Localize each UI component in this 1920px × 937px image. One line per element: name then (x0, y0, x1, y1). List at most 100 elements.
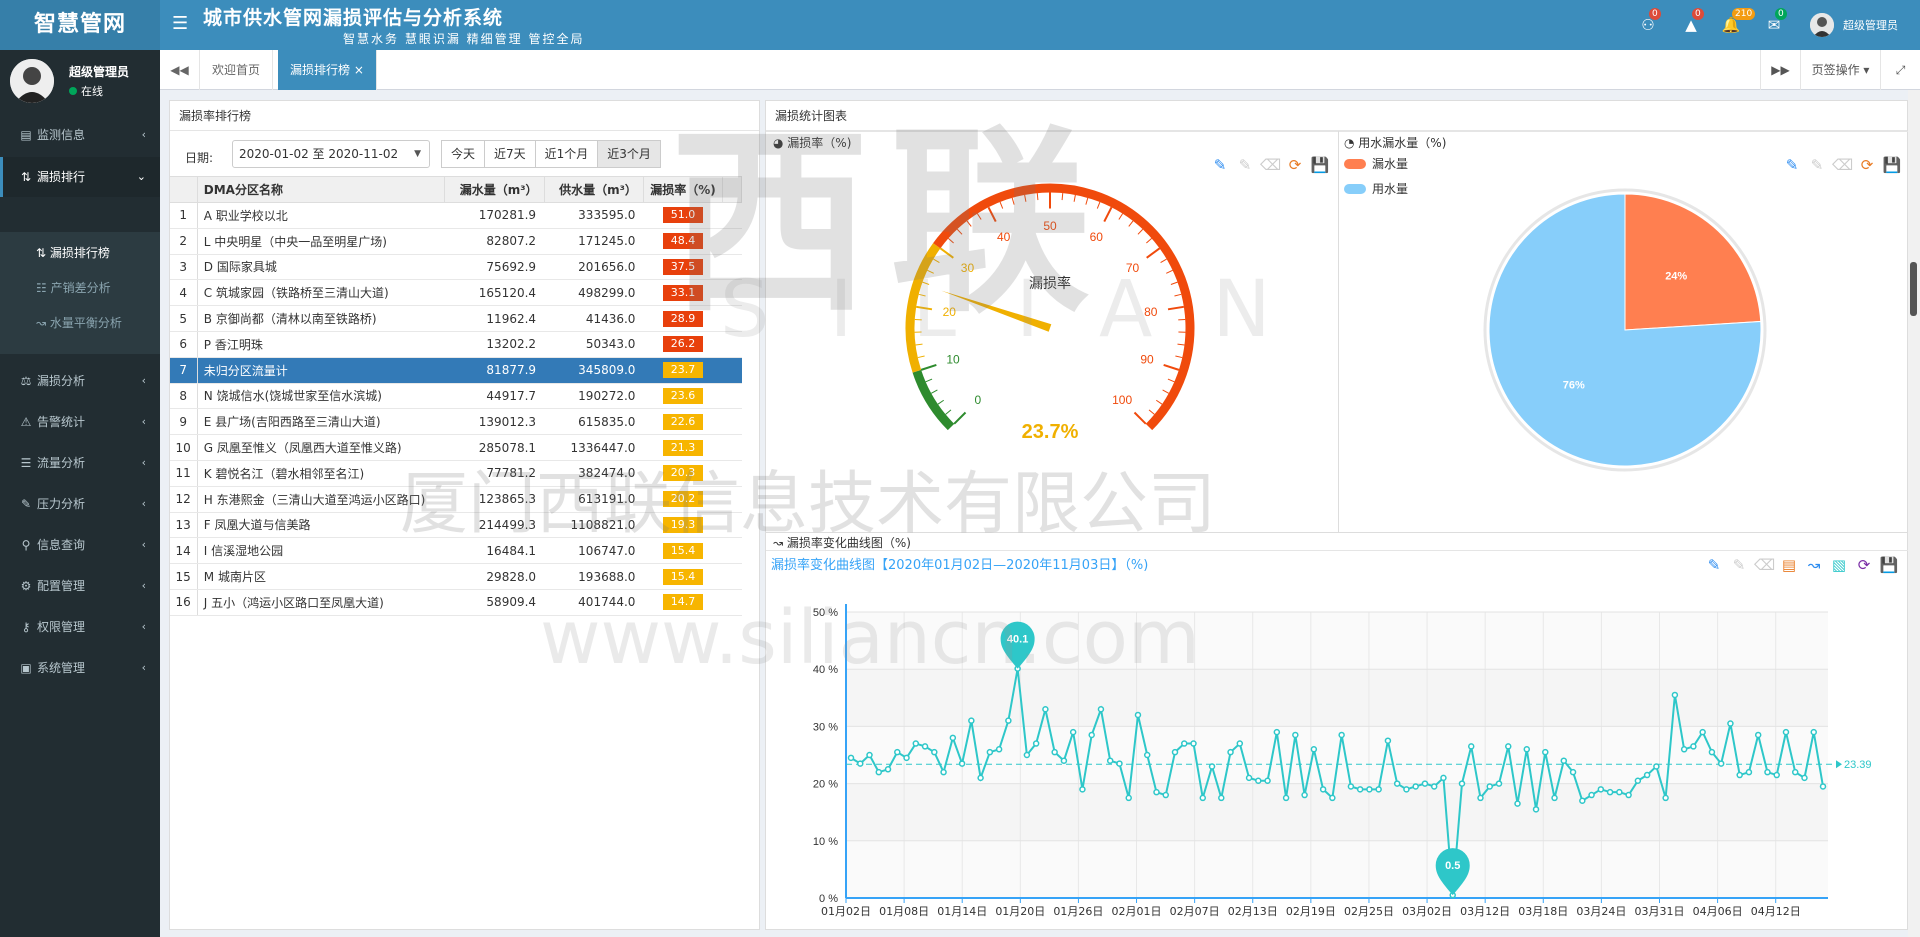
sidebar-item-label: 监测信息 (37, 128, 86, 142)
warning-icon[interactable]: ▲ 0 (1680, 8, 1704, 36)
table-row[interactable]: 3D 国际家具城 75692.9 201656.0 37.5 (169, 254, 742, 281)
line-switch-icon[interactable]: ↝ (1804, 555, 1824, 575)
tab-ops-dropdown[interactable]: 页签操作 ▾ (1800, 50, 1880, 90)
mark-icon[interactable]: ✎ (1704, 555, 1724, 575)
gauge-minor-tick (1085, 197, 1089, 205)
pie-legend-use[interactable]: 用水量 (1344, 180, 1408, 197)
mark-undo-icon[interactable]: ✎ (1729, 555, 1749, 575)
table-row[interactable]: 11 K 碧悦名江（碧水相邻至名江) 77781.2 382474.0 20.3 (169, 460, 742, 487)
tab-scroll-left-icon[interactable]: ◀◀ (160, 50, 200, 90)
row-index: 8 (169, 383, 198, 410)
mark-clear-icon[interactable]: ⌫ (1260, 155, 1281, 175)
range-7days-button[interactable]: 近7天 (484, 140, 536, 168)
dma-name-header[interactable]: DMA分区名称 (196, 176, 446, 203)
user-avatar-top[interactable] (1810, 13, 1834, 37)
sidebar-sub-leak-ranking[interactable]: ⇅ 漏损排行榜 (0, 236, 160, 271)
save-image-icon[interactable]: 💾 (1879, 555, 1899, 575)
table-row[interactable]: 1A 职业学校以北 170281.9 333595.0 51.0 (169, 202, 742, 229)
pie-legend-leak[interactable]: 漏水量 (1344, 155, 1408, 172)
supply-volume-header[interactable]: 供水量（m³） (543, 176, 644, 203)
data-point (1514, 800, 1521, 807)
table-row[interactable]: 2L 中央明星（中央一品至明星广场) 82807.2 171245.0 48.4 (169, 228, 742, 255)
page-scrollbar[interactable] (1908, 90, 1920, 937)
tab-leak-ranking[interactable]: 漏损排行榜 × (278, 50, 377, 90)
gauge-major-tick (916, 305, 933, 311)
mail-icon[interactable]: ✉ 0 (1763, 8, 1787, 36)
bar-switch-icon[interactable]: ▧ (1829, 555, 1849, 575)
gauge-minor-tick (1175, 355, 1183, 359)
table-row[interactable]: 8N 饶城信水(饶城世家至信水滨城) 44917.7 190272.0 23.6 (169, 383, 742, 410)
range-1month-button[interactable]: 近1个月 (534, 140, 599, 168)
refresh-icon[interactable]: ⟳ (1285, 155, 1305, 175)
leak-volume-cell: 81877.9 (444, 357, 545, 384)
refresh-icon[interactable]: ⟳ (1854, 555, 1874, 575)
fullscreen-icon[interactable]: ⤢ (1880, 50, 1920, 90)
sidebar-toggle-icon[interactable]: ☰ (172, 13, 188, 35)
table-row[interactable]: 16 J 五小（鸿运小区路口至凤凰大道) 58909.4 401744.0 14.7 (169, 589, 742, 616)
leak-volume-header[interactable]: 漏水量（m³） (444, 176, 545, 203)
data-point (903, 754, 910, 762)
refresh-icon[interactable]: ⟳ (1857, 155, 1877, 175)
mark-clear-icon[interactable]: ⌫ (1832, 155, 1853, 175)
sidebar-item-leak-analysis[interactable]: ⚖ 漏损分析 ‹ (0, 361, 160, 401)
user-name-top[interactable]: 超级管理员 (1843, 17, 1898, 33)
supply-volume-cell: 345809.0 (544, 357, 644, 384)
date-range-picker[interactable]: 2020-01-02 至 2020-11-02 ▼ (232, 140, 430, 168)
table-row[interactable]: 6P 香江明珠 13202.2 50343.0 26.2 (169, 331, 742, 358)
table-row[interactable]: 14 I 信溪湿地公园 16484.1 106747.0 15.4 (169, 537, 742, 565)
tab-home[interactable]: 欢迎首页 (200, 50, 274, 90)
table-row[interactable]: 7 未归分区流量计 81877.9 345809.0 23.7 (169, 357, 742, 384)
pie-slice-label: 24% (1665, 270, 1687, 282)
gauge-minor-tick (1118, 213, 1124, 220)
x-tick-label: 02月19日 (1286, 905, 1336, 918)
row-index: 6 (169, 331, 198, 358)
pie-legend-use-label: 用水量 (1372, 182, 1409, 196)
gauge-minor-tick (918, 293, 926, 297)
mark-icon[interactable]: ✎ (1782, 155, 1802, 175)
sidebar-item-system[interactable]: ▣ 系统管理 ‹ (0, 648, 160, 688)
range-today-button[interactable]: 今天 (441, 140, 486, 168)
save-image-icon[interactable]: 💾 (1310, 155, 1330, 175)
app-logo[interactable]: 智慧管网 (0, 0, 160, 50)
sidebar-sub-nrw-analysis[interactable]: ☷ 产销差分析 (0, 271, 160, 306)
data-point (1310, 746, 1318, 753)
dma-name-cell: A 职业学校以北 (197, 202, 445, 229)
mark-clear-icon[interactable]: ⌫ (1754, 555, 1775, 575)
table-row[interactable]: 13 F 凤凰大道与信美路 214499.3 1108821.0 19.3 (169, 512, 742, 539)
supply-volume-cell: 1108821.0 (544, 512, 644, 539)
sidebar-item-monitoring[interactable]: ▤ 监测信息 ‹ (0, 115, 160, 155)
sidebar-item-alarm-stats[interactable]: ⚠ 告警统计 ‹ (0, 402, 160, 442)
sidebar-item-config[interactable]: ⚙ 配置管理 ‹ (0, 566, 160, 606)
table-row[interactable]: 10 G 凤凰至惟义（凤凰西大道至惟义路) 285078.1 1336447.0 21.… (169, 434, 742, 461)
mark-undo-icon[interactable]: ✎ (1807, 155, 1827, 175)
range-3months-button[interactable]: 近3个月 (597, 140, 661, 168)
rank-table-header: DMA分区名称 漏水量（m³） 供水量（m³） 漏损率（%) (169, 176, 742, 203)
save-image-icon[interactable]: 💾 (1882, 155, 1902, 175)
leak-volume-cell: 82807.2 (444, 228, 545, 255)
sidebar-item-leak-rank[interactable]: ⇅ 漏损排行 ⌄ (0, 157, 160, 197)
mark-icon[interactable]: ✎ (1210, 155, 1230, 175)
page-scrollbar-thumb[interactable] (1910, 262, 1917, 316)
sidebar-item-info-query[interactable]: ⚲ 信息查询 ‹ (0, 525, 160, 565)
table-row[interactable]: 12 H 东港熙金（三清山大道至鸿运小区路口) 123865.3 613191.0 20… (169, 486, 742, 513)
table-row[interactable]: 5B 京御尚都（清林以南至铁路桥) 11962.4 41436.0 28.9 (169, 305, 742, 332)
sidebar-sub-water-balance[interactable]: ↝ 水量平衡分析 (0, 306, 160, 341)
sidebar-item-permissions[interactable]: ⚷ 权限管理 ‹ (0, 607, 160, 647)
data-view-icon[interactable]: ▤ (1779, 555, 1799, 575)
sidebar-item-pressure-analysis[interactable]: ✎ 压力分析 ‹ (0, 484, 160, 524)
x-tick-label: 01月20日 (995, 905, 1045, 918)
leak-rate-badge: 21.3 (663, 439, 704, 456)
mark-undo-icon[interactable]: ✎ (1235, 155, 1255, 175)
tab-close-icon[interactable]: × (354, 63, 364, 77)
system-title: 城市供水管网漏损评估与分析系统 (203, 7, 504, 29)
sidebar-item-flow-analysis[interactable]: ☰ 流量分析 ‹ (0, 443, 160, 483)
line-section-title: ↝ 漏损率变化曲线图（%) (773, 534, 911, 551)
bell-icon[interactable]: 🔔 210 (1720, 8, 1756, 36)
tab-scroll-right-icon[interactable]: ▶▶ (1760, 50, 1800, 90)
leak-rate-header[interactable]: 漏损率（%) (642, 176, 724, 203)
y-tick-label: 40 % (813, 664, 838, 676)
table-row[interactable]: 15 M 城南片区 29828.0 193688.0 15.4 (169, 563, 742, 590)
users-icon[interactable]: ⚇ 0 (1637, 8, 1661, 36)
table-row[interactable]: 4C 筑城家园（铁路桥至三清山大道) 165120.4 498299.0 33.1 (169, 279, 742, 307)
table-row[interactable]: 9E 县广场(吉阳西路至三清山大道) 139012.3 615835.0 22.6 (169, 408, 742, 436)
